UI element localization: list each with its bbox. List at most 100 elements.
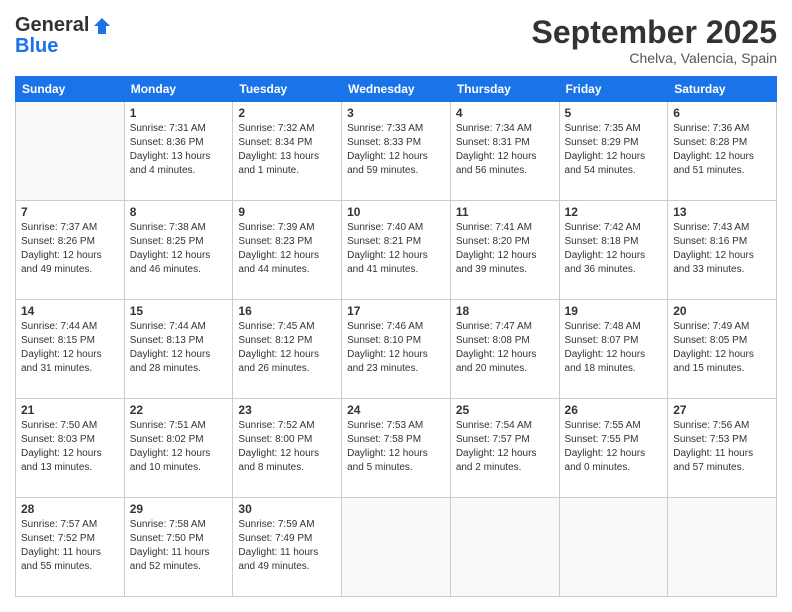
day-number: 25 xyxy=(456,403,554,417)
day-info: Sunrise: 7:52 AM Sunset: 8:00 PM Dayligh… xyxy=(238,419,336,475)
day-info: Sunrise: 7:41 AM Sunset: 8:20 PM Dayligh… xyxy=(456,221,554,277)
day-number: 17 xyxy=(347,304,445,318)
calendar-table: Sunday Monday Tuesday Wednesday Thursday… xyxy=(15,76,777,597)
day-info: Sunrise: 7:53 AM Sunset: 7:58 PM Dayligh… xyxy=(347,419,445,475)
calendar-cell: 29 Sunrise: 7:58 AM Sunset: 7:50 PM Dayli… xyxy=(124,498,233,597)
day-number: 8 xyxy=(130,205,228,219)
day-number: 15 xyxy=(130,304,228,318)
day-info: Sunrise: 7:33 AM Sunset: 8:33 PM Dayligh… xyxy=(347,122,445,178)
day-number: 11 xyxy=(456,205,554,219)
day-info: Sunrise: 7:56 AM Sunset: 7:53 PM Dayligh… xyxy=(673,419,771,475)
calendar-week-row: 28Sunrise: 7:57 AM Sunset: 7:52 PM Dayli… xyxy=(16,498,777,597)
calendar-cell: 20 Sunrise: 7:49 AM Sunset: 8:05 PM Dayli… xyxy=(668,300,777,399)
day-info: Sunrise: 7:58 AM Sunset: 7:50 PM Dayligh… xyxy=(130,518,228,574)
day-number: 30 xyxy=(238,502,336,516)
month-title: September 2025 xyxy=(532,15,777,50)
calendar-cell: 4 Sunrise: 7:34 AM Sunset: 8:31 PM Daylig… xyxy=(450,102,559,201)
logo-icon xyxy=(92,16,112,36)
day-number: 24 xyxy=(347,403,445,417)
day-info: Sunrise: 7:45 AM Sunset: 8:12 PM Dayligh… xyxy=(238,320,336,376)
calendar-header-row: Sunday Monday Tuesday Wednesday Thursday… xyxy=(16,77,777,102)
day-number: 5 xyxy=(565,106,663,120)
col-wednesday: Wednesday xyxy=(342,77,451,102)
day-number: 3 xyxy=(347,106,445,120)
calendar-cell xyxy=(668,498,777,597)
day-number: 16 xyxy=(238,304,336,318)
calendar-cell: 3 Sunrise: 7:33 AM Sunset: 8:33 PM Daylig… xyxy=(342,102,451,201)
day-info: Sunrise: 7:36 AM Sunset: 8:28 PM Dayligh… xyxy=(673,122,771,178)
day-info: Sunrise: 7:40 AM Sunset: 8:21 PM Dayligh… xyxy=(347,221,445,277)
calendar-cell: 12 Sunrise: 7:42 AM Sunset: 8:18 PM Dayli… xyxy=(559,201,668,300)
day-number: 1 xyxy=(130,106,228,120)
calendar-cell: 21Sunrise: 7:50 AM Sunset: 8:03 PM Dayli… xyxy=(16,399,125,498)
day-number: 18 xyxy=(456,304,554,318)
day-info: Sunrise: 7:55 AM Sunset: 7:55 PM Dayligh… xyxy=(565,419,663,475)
calendar-week-row: 7 Sunrise: 7:37 AM Sunset: 8:26 PM Daylig… xyxy=(16,201,777,300)
day-info: Sunrise: 7:44 AM Sunset: 8:13 PM Dayligh… xyxy=(130,320,228,376)
day-info: Sunrise: 7:49 AM Sunset: 8:05 PM Dayligh… xyxy=(673,320,771,376)
col-saturday: Saturday xyxy=(668,77,777,102)
calendar-cell xyxy=(16,102,125,201)
day-info: Sunrise: 7:54 AM Sunset: 7:57 PM Dayligh… xyxy=(456,419,554,475)
day-info: Sunrise: 7:34 AM Sunset: 8:31 PM Dayligh… xyxy=(456,122,554,178)
day-info: Sunrise: 7:31 AM Sunset: 8:36 PM Dayligh… xyxy=(130,122,228,178)
day-info: Sunrise: 7:59 AM Sunset: 7:49 PM Dayligh… xyxy=(238,518,336,574)
day-info: Sunrise: 7:51 AM Sunset: 8:02 PM Dayligh… xyxy=(130,419,228,475)
header: General Blue September 2025 Chelva, Vale… xyxy=(15,15,777,66)
day-info: Sunrise: 7:57 AM Sunset: 7:52 PM Dayligh… xyxy=(21,518,119,574)
logo: General Blue xyxy=(15,15,112,56)
calendar-cell: 16 Sunrise: 7:45 AM Sunset: 8:12 PM Dayli… xyxy=(233,300,342,399)
day-info: Sunrise: 7:43 AM Sunset: 8:16 PM Dayligh… xyxy=(673,221,771,277)
day-info: Sunrise: 7:48 AM Sunset: 8:07 PM Dayligh… xyxy=(565,320,663,376)
day-number: 27 xyxy=(673,403,771,417)
logo-text: General Blue xyxy=(15,15,112,56)
day-number: 13 xyxy=(673,205,771,219)
day-number: 22 xyxy=(130,403,228,417)
day-number: 9 xyxy=(238,205,336,219)
calendar-cell: 14 Sunrise: 7:44 AM Sunset: 8:15 PM Dayli… xyxy=(16,300,125,399)
calendar-cell: 25 Sunrise: 7:54 AM Sunset: 7:57 PM Dayli… xyxy=(450,399,559,498)
day-number: 26 xyxy=(565,403,663,417)
day-info: Sunrise: 7:37 AM Sunset: 8:26 PM Dayligh… xyxy=(21,221,119,277)
day-number: 6 xyxy=(673,106,771,120)
calendar-cell: 28Sunrise: 7:57 AM Sunset: 7:52 PM Dayli… xyxy=(16,498,125,597)
calendar-cell: 10 Sunrise: 7:40 AM Sunset: 8:21 PM Dayli… xyxy=(342,201,451,300)
calendar-cell xyxy=(342,498,451,597)
day-info: Sunrise: 7:39 AM Sunset: 8:23 PM Dayligh… xyxy=(238,221,336,277)
day-number: 12 xyxy=(565,205,663,219)
calendar-week-row: 21Sunrise: 7:50 AM Sunset: 8:03 PM Dayli… xyxy=(16,399,777,498)
calendar-cell: 11 Sunrise: 7:41 AM Sunset: 8:20 PM Dayli… xyxy=(450,201,559,300)
calendar-cell: 6 Sunrise: 7:36 AM Sunset: 8:28 PM Daylig… xyxy=(668,102,777,201)
day-number: 2 xyxy=(238,106,336,120)
day-info: Sunrise: 7:42 AM Sunset: 8:18 PM Dayligh… xyxy=(565,221,663,277)
day-number: 4 xyxy=(456,106,554,120)
calendar-week-row: 14 Sunrise: 7:44 AM Sunset: 8:15 PM Dayli… xyxy=(16,300,777,399)
day-number: 7 xyxy=(21,205,119,219)
col-friday: Friday xyxy=(559,77,668,102)
day-info: Sunrise: 7:32 AM Sunset: 8:34 PM Dayligh… xyxy=(238,122,336,178)
calendar-cell: 30 Sunrise: 7:59 AM Sunset: 7:49 PM Dayli… xyxy=(233,498,342,597)
day-number: 29 xyxy=(130,502,228,516)
day-number: 23 xyxy=(238,403,336,417)
col-sunday: Sunday xyxy=(16,77,125,102)
day-number: 10 xyxy=(347,205,445,219)
day-info: Sunrise: 7:35 AM Sunset: 8:29 PM Dayligh… xyxy=(565,122,663,178)
day-info: Sunrise: 7:44 AM Sunset: 8:15 PM Dayligh… xyxy=(21,320,119,376)
day-number: 14 xyxy=(21,304,119,318)
calendar-cell xyxy=(559,498,668,597)
day-number: 19 xyxy=(565,304,663,318)
col-thursday: Thursday xyxy=(450,77,559,102)
calendar-cell: 27 Sunrise: 7:56 AM Sunset: 7:53 PM Dayli… xyxy=(668,399,777,498)
calendar-cell: 8 Sunrise: 7:38 AM Sunset: 8:25 PM Daylig… xyxy=(124,201,233,300)
calendar-cell: 19 Sunrise: 7:48 AM Sunset: 8:07 PM Dayli… xyxy=(559,300,668,399)
calendar-cell: 23 Sunrise: 7:52 AM Sunset: 8:00 PM Dayli… xyxy=(233,399,342,498)
calendar-cell: 17Sunrise: 7:46 AM Sunset: 8:10 PM Dayli… xyxy=(342,300,451,399)
day-info: Sunrise: 7:38 AM Sunset: 8:25 PM Dayligh… xyxy=(130,221,228,277)
calendar-cell: 2 Sunrise: 7:32 AM Sunset: 8:34 PM Daylig… xyxy=(233,102,342,201)
day-number: 21 xyxy=(21,403,119,417)
day-number: 20 xyxy=(673,304,771,318)
calendar-week-row: 1 Sunrise: 7:31 AM Sunset: 8:36 PM Daylig… xyxy=(16,102,777,201)
calendar-cell xyxy=(450,498,559,597)
col-monday: Monday xyxy=(124,77,233,102)
location: Chelva, Valencia, Spain xyxy=(532,50,777,66)
